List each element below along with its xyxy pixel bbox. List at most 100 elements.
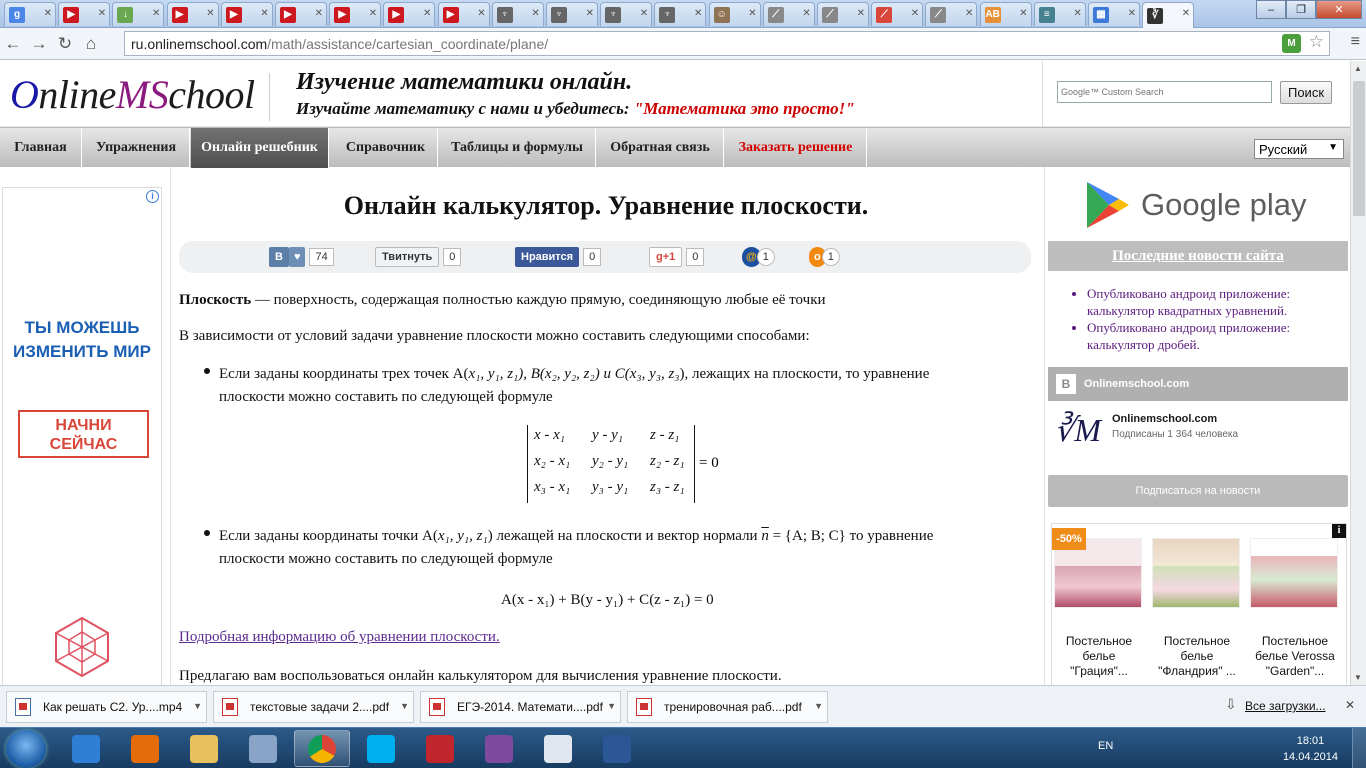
close-tab-icon[interactable]: ✕ <box>206 8 214 19</box>
browser-tab[interactable]: ▶ ✕ <box>275 2 327 26</box>
download-item[interactable]: тренировочная раб....pdf ▼ <box>627 691 828 723</box>
browser-tab[interactable]: g ✕ <box>4 2 56 26</box>
vk-group-name[interactable]: Onlinemschool.com <box>1112 413 1217 425</box>
browser-tab[interactable]: ☺ ✕ <box>708 2 761 26</box>
google-plus-share[interactable]: g+1 0 <box>649 247 705 267</box>
browser-tab[interactable]: ♆ ✕ <box>491 2 544 26</box>
product-card[interactable]: Постельное белье "Грация"... <box>1054 538 1144 679</box>
browser-tab[interactable]: ▶ ✕ <box>329 2 382 26</box>
address-bar[interactable]: ru.onlinemschool.com/math/assistance/car… <box>124 31 1330 56</box>
plane-equation-link[interactable]: Подробная информацию об уравнении плоско… <box>179 629 500 646</box>
home-button[interactable]: ⌂ <box>78 31 104 57</box>
browser-tab[interactable]: ♆ ✕ <box>654 2 707 26</box>
download-item[interactable]: ЕГЭ-2014. Математи....pdf ▼ <box>420 691 621 723</box>
winrar-icon[interactable] <box>471 730 527 767</box>
vk-share[interactable]: В ♥ 74 <box>269 247 334 267</box>
back-button[interactable]: ← <box>0 31 26 57</box>
subscribe-button[interactable]: Подписаться на новости <box>1048 475 1348 507</box>
search-input[interactable] <box>1057 81 1272 103</box>
close-tab-icon[interactable]: ✕ <box>423 8 431 19</box>
browser-tab[interactable]: ♆ ✕ <box>546 2 598 26</box>
close-tab-icon[interactable]: ✕ <box>369 8 377 19</box>
ad-cta-button[interactable]: НАЧНИ СЕЙЧАС <box>18 410 149 458</box>
browser-tab[interactable]: ▶ ✕ <box>166 2 219 26</box>
close-tab-icon[interactable]: ✕ <box>965 8 973 19</box>
site-avatar[interactable]: ∛M <box>1054 411 1106 463</box>
browser-menu-icon[interactable]: ≡ <box>1351 33 1360 51</box>
nav-item[interactable]: Заказать решение <box>725 128 867 168</box>
mailru-share[interactable]: @1 <box>742 247 775 267</box>
close-tab-icon[interactable]: ✕ <box>260 8 268 19</box>
nav-item[interactable]: Обратная связь <box>597 128 724 168</box>
product-image[interactable] <box>1250 538 1338 608</box>
language-indicator[interactable]: EN <box>1098 740 1113 752</box>
nav-item[interactable]: Упражнения <box>83 128 190 168</box>
extension-icon[interactable]: M <box>1282 34 1301 53</box>
show-desktop-button[interactable] <box>1352 728 1366 768</box>
close-tab-icon[interactable]: ✕ <box>1182 8 1190 19</box>
close-tab-icon[interactable]: ✕ <box>44 8 52 19</box>
nav-item[interactable]: Онлайн решебник <box>191 128 329 168</box>
browser-tab[interactable]: ⟋ ✕ <box>762 2 815 26</box>
browser-tab[interactable]: ▶ ✕ <box>220 2 273 26</box>
skype-icon[interactable] <box>353 730 409 767</box>
browser-tab[interactable]: ▦ ✕ <box>1088 2 1140 26</box>
news-item[interactable]: Опубликовано андроид приложение: калькул… <box>1087 285 1337 319</box>
download-item[interactable]: Как решать С2. Ур....mp4 ▼ <box>6 691 207 723</box>
news-title[interactable]: Последние новости сайта <box>1048 241 1348 271</box>
chevron-down-icon[interactable]: ▼ <box>607 701 616 711</box>
browser-tab[interactable]: ⟋ ✕ <box>817 2 869 26</box>
browser-tab[interactable]: AB ✕ <box>979 2 1032 26</box>
close-tab-icon[interactable]: ✕ <box>98 8 106 19</box>
all-downloads-link[interactable]: Все загрузки... <box>1245 699 1326 713</box>
search-button[interactable]: Поиск <box>1280 81 1332 104</box>
close-tab-icon[interactable]: ✕ <box>315 8 323 19</box>
close-tab-icon[interactable]: ✕ <box>911 8 919 19</box>
scroll-down-icon[interactable]: ▼ <box>1354 673 1362 682</box>
news-item[interactable]: Опубликовано андроид приложение: калькул… <box>1087 319 1337 353</box>
close-tab-icon[interactable]: ✕ <box>531 8 539 19</box>
chrome-icon[interactable] <box>294 730 350 767</box>
close-tab-icon[interactable]: ✕ <box>857 8 865 19</box>
bookmark-star-icon[interactable]: ☆ <box>1309 32 1324 52</box>
language-select[interactable]: Русский ▼ <box>1254 139 1344 159</box>
scrollbar-thumb[interactable] <box>1353 81 1365 216</box>
browser-tab[interactable]: ▶ ✕ <box>437 2 490 26</box>
left-advertisement[interactable]: i ТЫ МОЖЕШЬ ИЗМЕНИТЬ МИР НАЧНИ СЕЙЧАС <box>2 187 162 685</box>
page-scrollbar[interactable]: ▲ ▼ <box>1350 61 1366 685</box>
close-tab-icon[interactable]: ✕ <box>802 8 810 19</box>
browser-tab[interactable]: ⟋ ✕ <box>925 2 978 26</box>
clock[interactable]: 18:01 14.04.2014 <box>1283 733 1338 765</box>
site-logo[interactable]: OnlineMSchool <box>10 73 270 121</box>
close-tab-icon[interactable]: ✕ <box>1073 8 1081 19</box>
download-item[interactable]: текстовые задачи 2....pdf ▼ <box>213 691 414 723</box>
ad-info-icon[interactable]: i <box>1332 524 1346 538</box>
odnoklassniki-share[interactable]: o1 <box>809 247 840 267</box>
browser-tab[interactable]: ▶ ✕ <box>383 2 436 26</box>
close-button[interactable]: ✕ <box>1316 0 1362 19</box>
close-downloads-icon[interactable]: ✕ <box>1345 698 1355 712</box>
browser-tab[interactable]: ∛ ✕ <box>1142 2 1195 28</box>
nav-item[interactable]: Таблицы и формулы <box>439 128 596 168</box>
product-image[interactable] <box>1152 538 1240 608</box>
close-tab-icon[interactable]: ✕ <box>640 8 648 19</box>
product-ad[interactable]: i -50% Постельное белье "Грация"... Пост… <box>1051 523 1347 685</box>
product-card[interactable]: Постельное белье Verossa "Garden"... <box>1250 538 1340 679</box>
acrobat-icon[interactable] <box>412 730 468 767</box>
notepad-icon[interactable] <box>530 730 586 767</box>
browser-tab[interactable]: ▶ ✕ <box>58 2 111 26</box>
twitter-share[interactable]: Твитнуть 0 <box>375 247 462 267</box>
media-player-icon[interactable] <box>117 730 173 767</box>
browser-tab[interactable]: ⟋ ✕ <box>871 2 924 26</box>
facebook-like[interactable]: Нравится 0 <box>515 247 602 267</box>
close-tab-icon[interactable]: ✕ <box>694 8 702 19</box>
browser-tab[interactable]: ♆ ✕ <box>600 2 653 26</box>
close-tab-icon[interactable]: ✕ <box>152 8 160 19</box>
browser-tab[interactable]: ≡ ✕ <box>1033 2 1086 26</box>
scroll-up-icon[interactable]: ▲ <box>1354 64 1362 73</box>
reload-button[interactable]: ↻ <box>52 31 78 57</box>
start-button[interactable] <box>6 730 46 768</box>
close-tab-icon[interactable]: ✕ <box>586 8 594 19</box>
minimize-button[interactable]: – <box>1256 0 1286 19</box>
explorer-icon[interactable] <box>176 730 232 767</box>
